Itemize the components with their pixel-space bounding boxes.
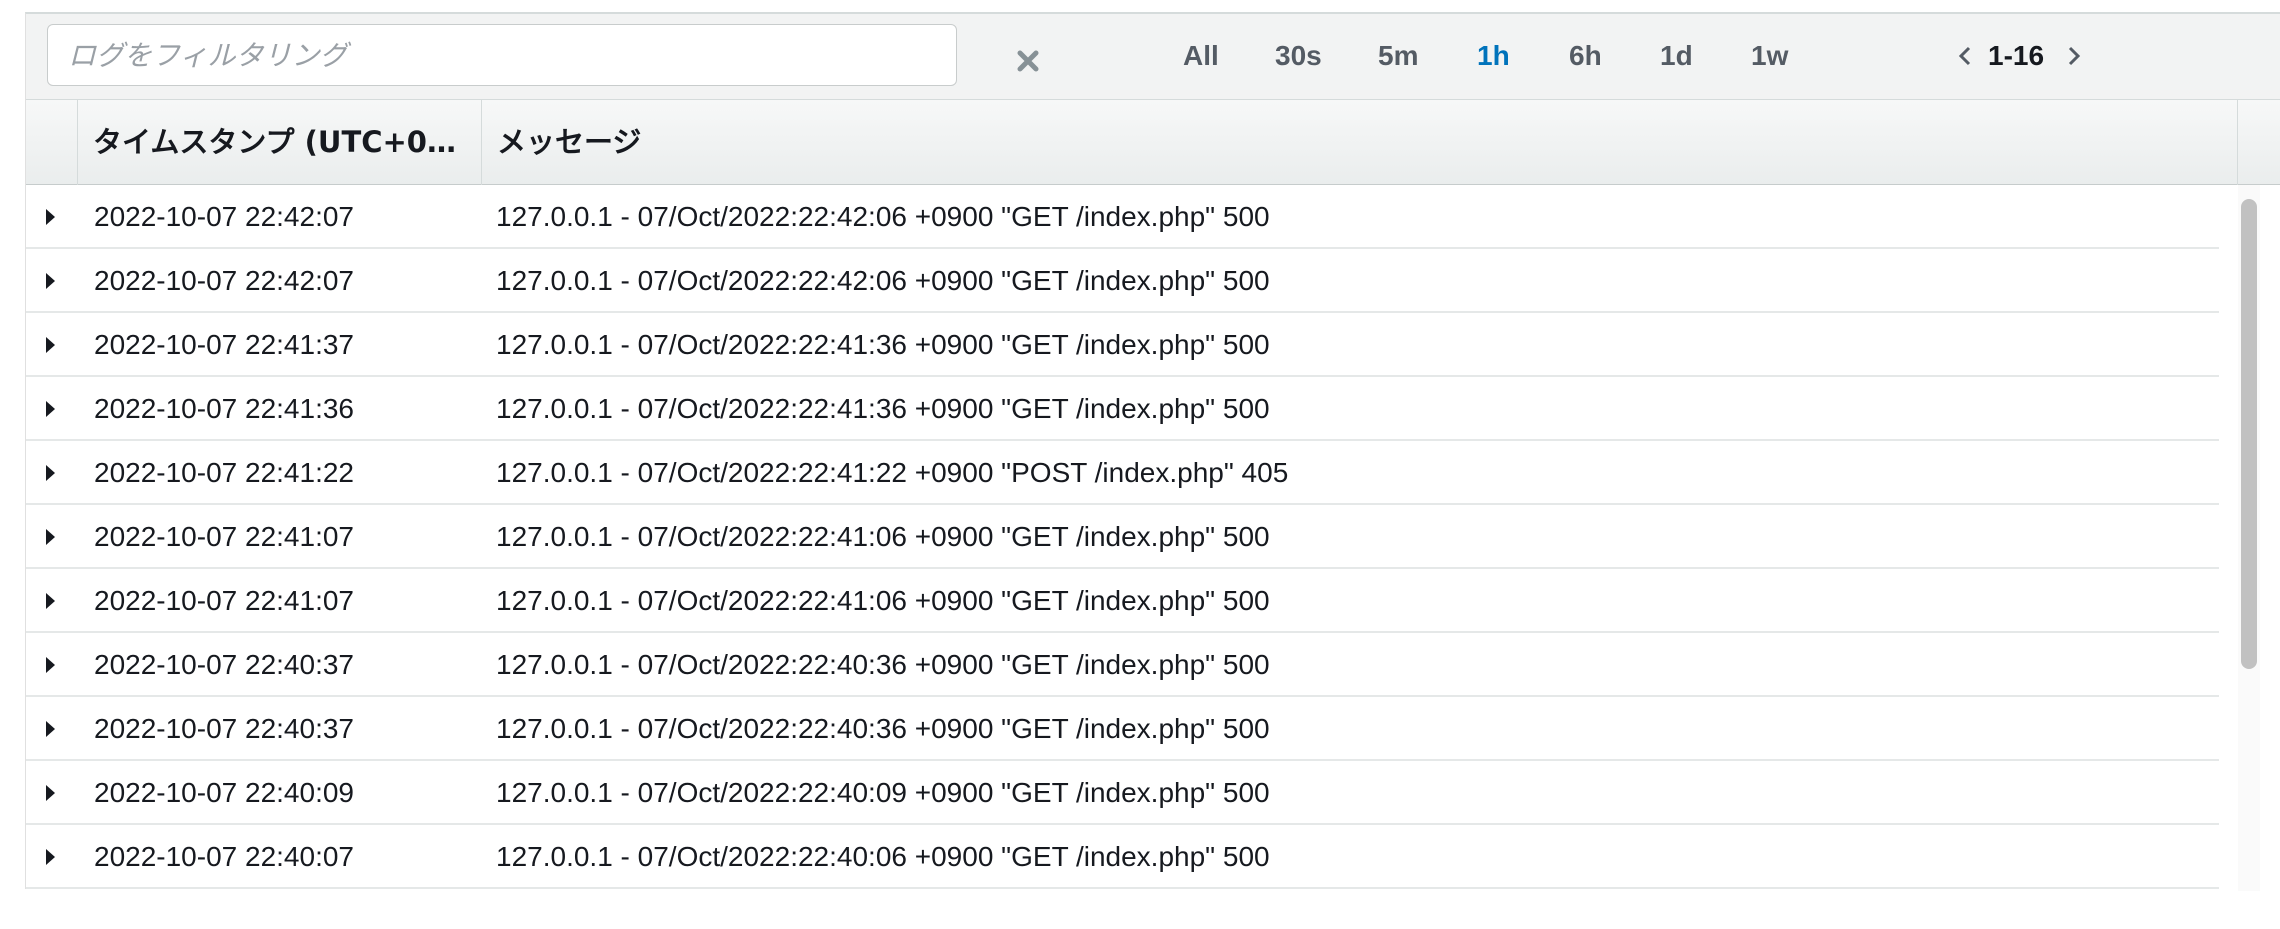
row-timestamp: 2022-10-07 22:42:07 (94, 201, 354, 232)
row-timestamp: 2022-10-07 22:40:37 (94, 649, 354, 680)
row-timestamp: 2022-10-07 22:41:37 (94, 329, 354, 360)
table-header: タイムスタンプ (UTC+00:... メッセージ (26, 100, 2280, 185)
chevron-left-icon[interactable] (1953, 38, 1977, 74)
row-message: 127.0.0.1 - 07/Oct/2022:22:41:22 +0900 "… (496, 457, 1289, 488)
row-timestamp: 2022-10-07 22:41:36 (94, 393, 354, 424)
scroll-thumb[interactable] (2241, 199, 2257, 669)
row-timestamp: 2022-10-07 22:41:07 (94, 585, 354, 616)
close-icon[interactable] (1011, 44, 1045, 78)
expand-caret-icon[interactable] (46, 721, 55, 737)
table-row[interactable]: 2022-10-07 22:41:07 127.0.0.1 - 07/Oct/20… (26, 505, 2219, 569)
log-viewer-panel: All 30s 5m 1h 6h 1d 1w 1-16 タイムスタンプ (UTC… (25, 12, 2280, 891)
message-column-header[interactable]: メッセージ (482, 100, 2238, 185)
row-message: 127.0.0.1 - 07/Oct/2022:22:41:06 +0900 "… (496, 585, 1270, 616)
chevron-right-icon[interactable] (2062, 38, 2086, 74)
row-message: 127.0.0.1 - 07/Oct/2022:22:41:36 +0900 "… (496, 329, 1270, 360)
table-row[interactable]: 2022-10-07 22:42:07 127.0.0.1 - 07/Oct/20… (26, 185, 2219, 249)
expand-caret-icon[interactable] (46, 273, 55, 289)
range-button-1d[interactable]: 1d (1660, 34, 1693, 78)
expand-caret-icon[interactable] (46, 657, 55, 673)
range-button-1h[interactable]: 1h (1477, 34, 1510, 78)
timestamp-column-label: タイムスタンプ (UTC+00:... (93, 125, 473, 159)
pager-label: 1-16 (1988, 40, 2045, 71)
row-message: 127.0.0.1 - 07/Oct/2022:22:40:06 +0900 "… (496, 841, 1270, 872)
expand-caret-icon[interactable] (46, 209, 55, 225)
range-button-6h[interactable]: 6h (1569, 34, 1602, 78)
expand-caret-icon[interactable] (46, 849, 55, 865)
row-timestamp: 2022-10-07 22:42:07 (94, 265, 354, 296)
expand-caret-icon[interactable] (46, 529, 55, 545)
log-rows: 2022-10-07 22:42:07 127.0.0.1 - 07/Oct/20… (26, 185, 2236, 891)
expand-caret-icon[interactable] (46, 337, 55, 353)
timestamp-column-header[interactable]: タイムスタンプ (UTC+00:... (78, 100, 482, 185)
expand-caret-icon[interactable] (46, 401, 55, 417)
expand-caret-icon[interactable] (46, 465, 55, 481)
row-message: 127.0.0.1 - 07/Oct/2022:22:42:06 +0900 "… (496, 201, 1270, 232)
row-timestamp: 2022-10-07 22:40:07 (94, 841, 354, 872)
table-row[interactable]: 2022-10-07 22:40:37 127.0.0.1 - 07/Oct/20… (26, 633, 2219, 697)
table-row[interactable]: 2022-10-07 22:41:22 127.0.0.1 - 07/Oct/20… (26, 441, 2219, 505)
range-button-all[interactable]: All (1183, 34, 1219, 78)
row-message: 127.0.0.1 - 07/Oct/2022:22:41:06 +0900 "… (496, 521, 1270, 552)
table-row[interactable]: 2022-10-07 22:41:36 127.0.0.1 - 07/Oct/20… (26, 377, 2219, 441)
expand-caret-icon[interactable] (46, 593, 55, 609)
row-message: 127.0.0.1 - 07/Oct/2022:22:42:06 +0900 "… (496, 265, 1270, 296)
log-toolbar: All 30s 5m 1h 6h 1d 1w 1-16 (26, 14, 2280, 100)
expander-column-header (26, 100, 78, 185)
row-message: 127.0.0.1 - 07/Oct/2022:22:40:09 +0900 "… (496, 777, 1270, 808)
row-timestamp: 2022-10-07 22:40:37 (94, 713, 354, 744)
row-message: 127.0.0.1 - 07/Oct/2022:22:40:36 +0900 "… (496, 713, 1270, 744)
range-button-5m[interactable]: 5m (1378, 34, 1418, 78)
table-row[interactable]: 2022-10-07 22:40:37 127.0.0.1 - 07/Oct/20… (26, 697, 2219, 761)
table-row[interactable]: 2022-10-07 22:40:07 127.0.0.1 - 07/Oct/20… (26, 825, 2219, 889)
expand-caret-icon[interactable] (46, 785, 55, 801)
table-row[interactable]: 2022-10-07 22:42:07 127.0.0.1 - 07/Oct/20… (26, 249, 2219, 313)
row-timestamp: 2022-10-07 22:41:22 (94, 457, 354, 488)
message-column-label: メッセージ (497, 125, 642, 159)
row-message: 127.0.0.1 - 07/Oct/2022:22:41:36 +0900 "… (496, 393, 1270, 424)
table-row[interactable]: 2022-10-07 22:40:09 127.0.0.1 - 07/Oct/20… (26, 761, 2219, 825)
table-row[interactable]: 2022-10-07 22:41:37 127.0.0.1 - 07/Oct/20… (26, 313, 2219, 377)
row-timestamp: 2022-10-07 22:40:09 (94, 777, 354, 808)
range-button-30s[interactable]: 30s (1275, 34, 1322, 78)
range-button-1w[interactable]: 1w (1751, 34, 1788, 78)
scrollbar[interactable] (2238, 185, 2260, 891)
row-timestamp: 2022-10-07 22:41:07 (94, 521, 354, 552)
row-message: 127.0.0.1 - 07/Oct/2022:22:40:36 +0900 "… (496, 649, 1270, 680)
table-row[interactable]: 2022-10-07 22:41:07 127.0.0.1 - 07/Oct/20… (26, 569, 2219, 633)
log-filter-input[interactable] (47, 24, 957, 86)
